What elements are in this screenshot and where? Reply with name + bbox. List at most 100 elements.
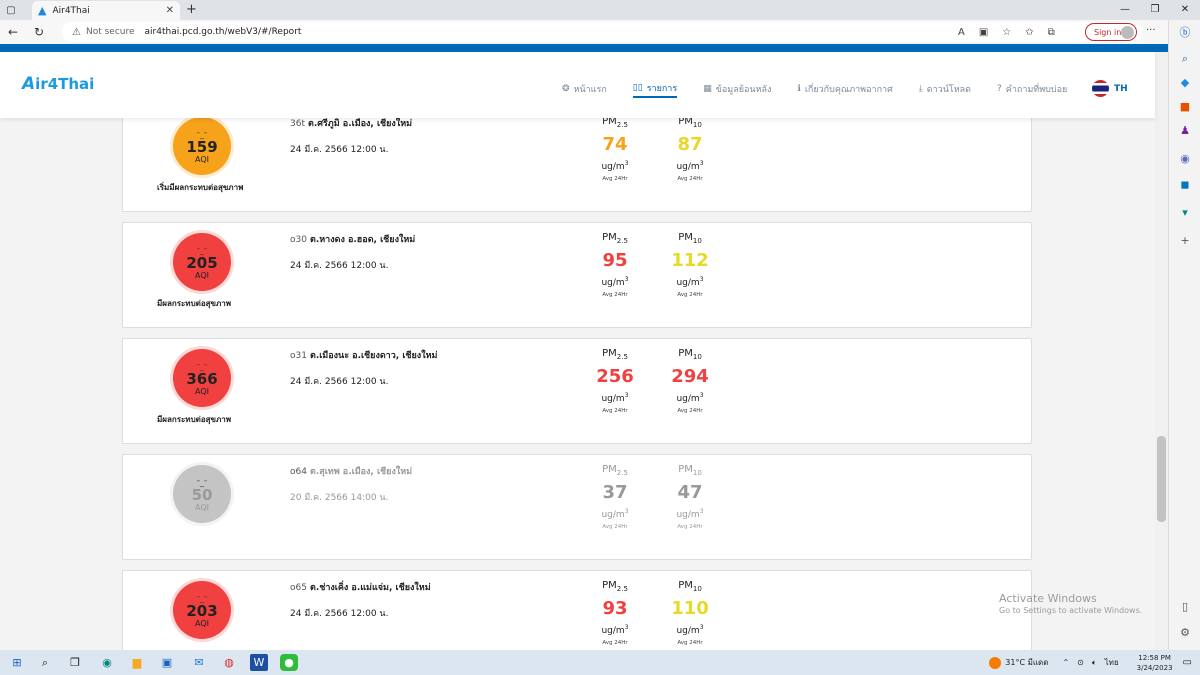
nav-report[interactable]: ▯▯ รายการ [632,80,678,98]
station-card[interactable]: ᵔ_ᵔ 50 AQI o64 ต.สุเทพ อ.เมือง, เชียงใหม่ 20 … [122,454,1032,560]
read-aloud-icon[interactable]: A [958,27,965,38]
file-explorer-icon[interactable]: ▆ [128,654,146,671]
station-title[interactable]: 36t ต.ศรีภูมิ อ.เมือง, เชียงใหม่ [290,116,412,130]
back-arrow-icon[interactable]: ← [0,25,26,39]
store-icon[interactable]: ▣ [158,654,176,671]
input-language[interactable]: ไทย [1105,656,1119,669]
pm10-label: PM10 [678,464,702,477]
info-icon: ℹ [797,84,801,94]
table-icon: ▦ [703,84,712,94]
mail-icon[interactable]: ✉ [190,654,208,671]
pm10-block: PM10 47 ug/m3 Avg 24Hr [660,464,720,530]
notifications-icon[interactable]: ▭ [1183,657,1192,668]
nav-faq-label: คำถามที่พบบ่อย [1005,85,1068,95]
pm25-unit: ug/m3 [601,624,629,636]
nav-about-label: เกี่ยวกับคุณภาพอากาศ [804,85,893,95]
task-view-icon[interactable]: ❐ [66,654,84,671]
pm10-unit: ug/m3 [676,624,704,636]
taskbar-search-icon[interactable]: ⌕ [36,654,54,671]
shopping-tag-icon[interactable]: ◆ [1177,76,1193,92]
word-icon[interactable]: W [250,654,268,671]
aqi-badge: ᵔ_ᵔ 203 AQI [173,581,231,639]
pm25-unit: ug/m3 [601,160,629,172]
station-title[interactable]: o64 ต.สุเทพ อ.เมือง, เชียงใหม่ [290,464,412,478]
bing-chat-icon[interactable]: ⓑ [1177,24,1193,40]
pm10-avg-label: Avg 24Hr [677,292,703,298]
sidebar-layout-icon[interactable]: ▯ [1177,600,1193,616]
station-card[interactable]: ᵔ_ᵔ 159 AQI เริ่มมีผลกระทบต่อสุขภาพ 36t ต.ศรี… [122,106,1032,212]
sun-icon [989,656,1002,669]
browser-tab[interactable]: ▲ Air4Thai ✕ [32,1,180,20]
station-card[interactable]: ᵔ_ᵔ 203 AQI o65 ต.ช่างเคิ่ง อ.แม่แจ่ม, เชียง… [122,570,1032,650]
nav-home[interactable]: ❂ หน้าแรก [562,80,607,98]
language-switch[interactable]: TH [1092,80,1128,97]
air4thai-logo[interactable]: Air4Thai [22,74,94,94]
games-icon[interactable]: ♟ [1177,124,1193,140]
clock-time: 12:58 PM [1138,653,1171,662]
hidden-icons-chevron-icon[interactable]: ⌃ [1062,658,1069,667]
nav-download[interactable]: ⤓ ดาวน์โหลด [919,80,971,98]
more-menu-icon[interactable]: ··· [1146,25,1156,36]
pm25-unit: ug/m3 [601,392,629,404]
station-card[interactable]: ᵔ_ᵔ 366 AQI มีผลกระทบต่อสุขภาพ o31 ต.เมืองนะ … [122,338,1032,444]
sign-in-button[interactable]: Sign in [1085,23,1137,41]
warning-icon: ⚠ [72,26,81,38]
office-icon[interactable]: ◉ [1177,152,1193,168]
pm25-unit: ug/m3 [601,276,629,288]
tools-icon[interactable]: ■ [1177,100,1193,116]
logo-text: ir4Thai [35,75,95,93]
windows-taskbar: ⊞ ⌕ ❐ ◉ ▆ ▣ ✉ ◍ W ● 31°C มีแดด ⌃ ⊙ 🔈︎ ไท… [0,650,1200,675]
list-icon: ▯▯ [632,83,643,93]
collections-icon[interactable]: ⧉ [1048,27,1055,38]
add-sidebar-app-icon[interactable]: + [1177,234,1193,250]
favorites-icon[interactable]: ✩ [1025,27,1033,38]
station-title[interactable]: o65 ต.ช่างเคิ่ง อ.แม่แจ่ม, เชียงใหม่ [290,580,431,594]
pm25-avg-label: Avg 24Hr [602,640,628,646]
outlook-icon[interactable]: ◼ [1177,178,1193,194]
address-bar-icons: A ▣ ☆ ✩ ⧉ [958,22,1055,42]
windows-start-icon[interactable]: ⊞ [8,654,26,671]
nav-about[interactable]: ℹ เกี่ยวกับคุณภาพอากาศ [797,80,892,98]
pm25-avg-label: Avg 24Hr [602,408,628,414]
station-title[interactable]: o30 ต.หางดง อ.ฮอด, เชียงใหม่ [290,232,415,246]
new-tab-button[interactable]: + [186,2,197,17]
aqi-value: 366 [186,369,218,388]
maximize-button[interactable]: ❐ [1140,0,1170,20]
edge-browser-icon[interactable]: ◉ [98,654,116,671]
top-blue-bar [0,44,1168,52]
settings-gear-icon[interactable]: ⚙ [1177,626,1193,642]
taskbar-clock[interactable]: 12:58 PM 3/24/2023 [1137,653,1173,673]
pm25-label: PM2.5 [602,464,628,477]
nav-faq[interactable]: ? คำถามที่พบบ่อย [997,80,1067,98]
network-icon[interactable]: ⊙ [1077,658,1084,667]
aqi-badge: ᵔ_ᵔ 50 AQI [173,465,231,523]
search-icon[interactable]: ⌕ [1177,52,1193,68]
chrome-icon[interactable]: ◍ [220,654,238,671]
tab-actions-icon[interactable]: ▢ [0,0,22,20]
station-card[interactable]: ᵔ_ᵔ 205 AQI มีผลกระทบต่อสุขภาพ o30 ต.หางดง อ.… [122,222,1032,328]
refresh-icon[interactable]: ↻ [26,25,52,39]
edge-sidebar: ⓑ ⌕ ◆ ■ ♟ ◉ ◼ ▾ + ▯ ⚙ [1168,20,1200,650]
minimize-button[interactable]: — [1110,0,1140,20]
station-name: ต.หางดง อ.ฮอด, เชียงใหม่ [309,235,416,245]
pm25-label: PM2.5 [602,348,628,361]
favorite-add-icon[interactable]: ☆ [1002,27,1011,38]
scrollbar-thumb[interactable] [1157,436,1166,522]
nav-history[interactable]: ▦ ข้อมูลย้อนหลัง [703,80,771,98]
aqi-label: AQI [195,502,209,512]
window-close-button[interactable]: ✕ [1170,0,1200,20]
weather-widget[interactable]: 31°C มีแดด [989,656,1048,669]
watermark-subtitle: Go to Settings to activate Windows. [999,606,1143,615]
page-scrollbar[interactable] [1155,52,1168,650]
download-icon: ⤓ [918,84,923,94]
immersive-reader-icon[interactable]: ▣ [979,27,988,38]
tab-close-icon[interactable]: ✕ [166,5,174,16]
station-name: ต.ศรีภูมิ อ.เมือง, เชียงใหม่ [307,119,413,129]
line-app-icon[interactable]: ● [280,654,298,671]
drop-icon[interactable]: ▾ [1177,206,1193,222]
nav-download-label: ดาวน์โหลด [926,85,972,95]
pm25-block: PM2.5 37 ug/m3 Avg 24Hr [585,464,645,530]
dust-icon: ❂ [562,84,570,94]
volume-icon[interactable]: 🔈︎ [1092,658,1097,668]
station-title[interactable]: o31 ต.เมืองนะ อ.เชียงดาว, เชียงใหม่ [290,348,437,362]
